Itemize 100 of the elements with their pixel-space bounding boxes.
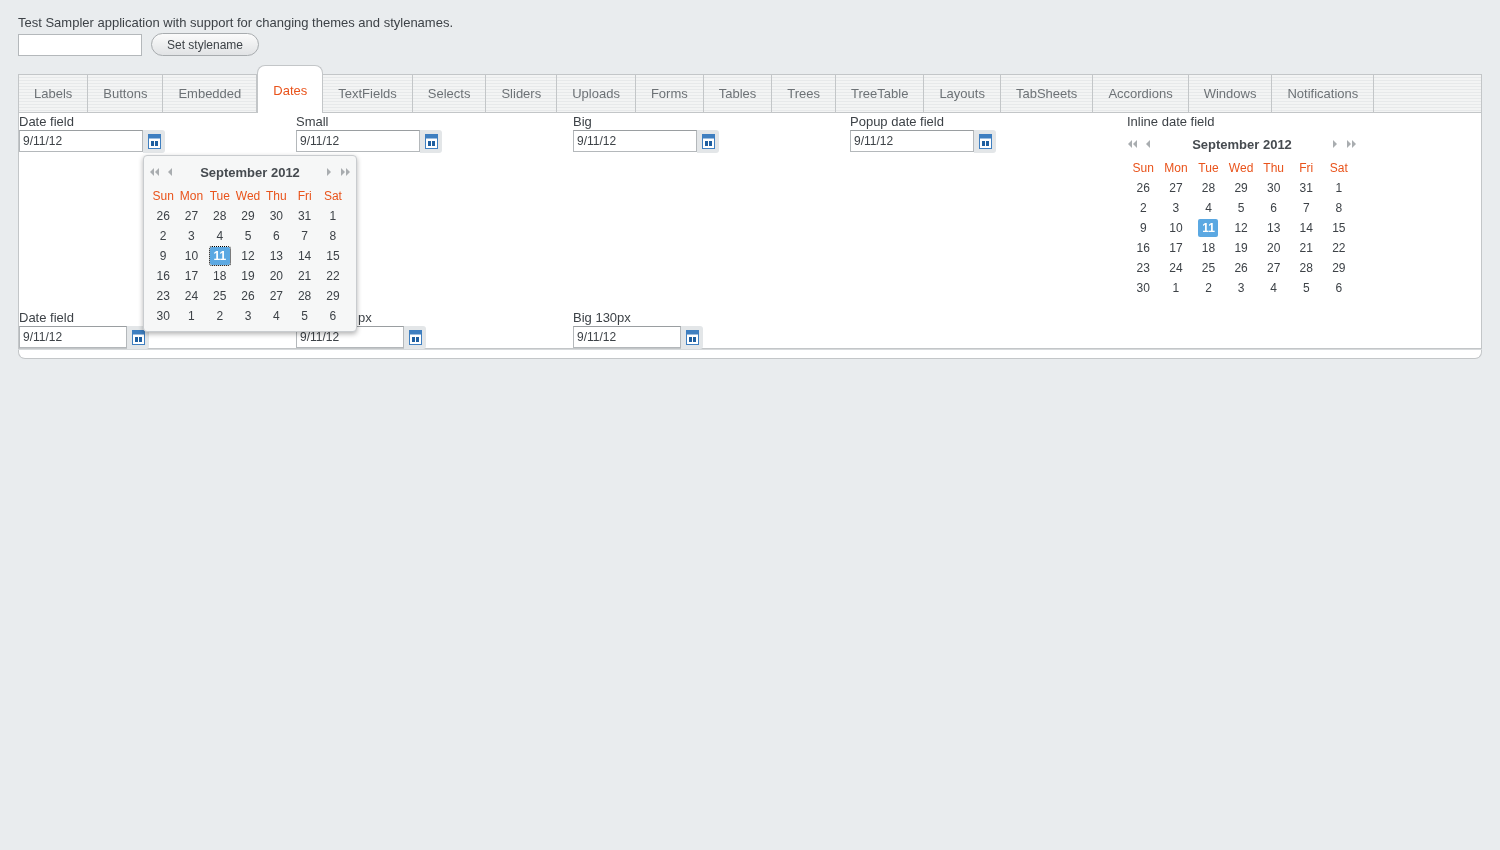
calendar-day[interactable]: 10	[1165, 219, 1186, 237]
calendar-day[interactable]: 19	[1231, 239, 1252, 257]
calendar-day[interactable]: 28	[209, 207, 230, 225]
calendar-day[interactable]: 26	[238, 287, 259, 305]
calendar-day[interactable]: 20	[1263, 239, 1284, 257]
calendar-day[interactable]: 4	[1198, 199, 1219, 217]
calendar-day[interactable]: 2	[153, 227, 174, 245]
calendar-button[interactable]	[974, 130, 996, 153]
tab[interactable]: TreeTable	[836, 74, 925, 113]
calendar-day[interactable]: 31	[294, 207, 315, 225]
tab[interactable]: Sliders	[486, 74, 558, 113]
calendar-day[interactable]: 23	[1133, 259, 1154, 277]
calendar-day[interactable]: 29	[1328, 259, 1349, 277]
calendar-day[interactable]: 26	[153, 207, 174, 225]
calendar-day[interactable]: 1	[1328, 179, 1349, 197]
calendar-day[interactable]: 29	[238, 207, 259, 225]
calendar-day[interactable]: 18	[209, 267, 230, 285]
calendar-day[interactable]: 12	[238, 247, 259, 265]
calendar-day[interactable]: 16	[153, 267, 174, 285]
next-year-icon[interactable]	[340, 167, 351, 177]
calendar-day[interactable]: 14	[294, 247, 315, 265]
date-input[interactable]: 9/11/12	[296, 130, 420, 152]
next-year-icon[interactable]	[1346, 139, 1357, 149]
tab[interactable]: Dates	[257, 65, 324, 113]
calendar-day[interactable]: 13	[266, 247, 287, 265]
calendar-day[interactable]: 7	[1296, 199, 1317, 217]
calendar-day[interactable]: 21	[1296, 239, 1317, 257]
calendar-day[interactable]: 27	[1263, 259, 1284, 277]
calendar-day[interactable]: 3	[1165, 199, 1186, 217]
tab[interactable]: Trees	[772, 74, 837, 113]
calendar-day[interactable]: 13	[1263, 219, 1284, 237]
calendar-day[interactable]: 2	[209, 307, 230, 325]
calendar-day[interactable]: 5	[1296, 279, 1317, 297]
tab[interactable]: Embedded	[163, 74, 258, 113]
calendar-day[interactable]: 26	[1231, 259, 1252, 277]
tab[interactable]: TabSheets	[1000, 74, 1094, 113]
tab[interactable]: Labels	[18, 74, 89, 113]
calendar-button[interactable]	[420, 130, 442, 153]
calendar-day[interactable]: 12	[1231, 219, 1252, 237]
calendar-day[interactable]: 5	[238, 227, 259, 245]
calendar-button[interactable]	[143, 130, 165, 153]
calendar-day[interactable]: 28	[1198, 179, 1219, 197]
previous-year-icon[interactable]	[149, 167, 160, 177]
calendar-day[interactable]: 27	[181, 207, 202, 225]
date-input[interactable]: 9/11/12	[19, 326, 127, 348]
calendar-day[interactable]: 21	[294, 267, 315, 285]
calendar-day[interactable]: 14	[1296, 219, 1317, 237]
tab[interactable]: Buttons	[88, 74, 164, 113]
calendar-day[interactable]: 9	[1133, 219, 1154, 237]
calendar-day[interactable]: 25	[1198, 259, 1219, 277]
tab[interactable]: Tables	[703, 74, 773, 113]
calendar-day[interactable]: 17	[1165, 239, 1186, 257]
calendar-day[interactable]: 6	[1263, 199, 1284, 217]
tab[interactable]: Selects	[412, 74, 487, 113]
calendar-day[interactable]: 10	[181, 247, 202, 265]
calendar-day[interactable]: 6	[266, 227, 287, 245]
date-input[interactable]: 9/11/12	[19, 130, 143, 152]
calendar-day[interactable]: 15	[1328, 219, 1349, 237]
calendar-day[interactable]: 18	[1198, 239, 1219, 257]
calendar-day[interactable]: 27	[1165, 179, 1186, 197]
calendar-day[interactable]: 8	[1328, 199, 1349, 217]
calendar-day[interactable]: 22	[322, 267, 343, 285]
calendar-day[interactable]: 4	[1263, 279, 1284, 297]
tab[interactable]: Uploads	[557, 74, 636, 113]
tab[interactable]: Windows	[1188, 74, 1273, 113]
calendar-day[interactable]: 23	[153, 287, 174, 305]
calendar-day[interactable]: 3	[181, 227, 202, 245]
calendar-day[interactable]: 4	[209, 227, 230, 245]
calendar-day[interactable]: 28	[1296, 259, 1317, 277]
calendar-button[interactable]	[681, 326, 703, 349]
calendar-day[interactable]: 28	[294, 287, 315, 305]
calendar-day[interactable]: 2	[1198, 279, 1219, 297]
calendar-day[interactable]: 20	[266, 267, 287, 285]
calendar-day[interactable]: 8	[322, 227, 343, 245]
tab[interactable]: Forms	[635, 74, 704, 113]
calendar-day[interactable]: 9	[153, 247, 174, 265]
calendar-day[interactable]: 6	[1328, 279, 1349, 297]
tab[interactable]: TextFields	[323, 74, 413, 113]
calendar-day[interactable]: 17	[181, 267, 202, 285]
calendar-day[interactable]: 7	[294, 227, 315, 245]
calendar-day[interactable]: 30	[1133, 279, 1154, 297]
calendar-day[interactable]: 30	[1263, 179, 1284, 197]
tab[interactable]: Accordions	[1093, 74, 1189, 113]
calendar-day[interactable]: 5	[294, 307, 315, 325]
tab[interactable]: Notifications	[1272, 74, 1375, 113]
previous-year-icon[interactable]	[1127, 139, 1138, 149]
calendar-day[interactable]: 1	[322, 207, 343, 225]
calendar-button[interactable]	[404, 326, 426, 349]
date-input[interactable]: 9/11/12	[573, 326, 681, 348]
calendar-button[interactable]	[127, 326, 149, 349]
calendar-day[interactable]: 15	[322, 247, 343, 265]
tab[interactable]: Layouts	[924, 74, 1001, 113]
calendar-day[interactable]: 26	[1133, 179, 1154, 197]
calendar-day[interactable]: 4	[266, 307, 287, 325]
set-stylename-button[interactable]: Set stylename	[151, 33, 260, 56]
calendar-day[interactable]: 29	[322, 287, 343, 305]
calendar-day[interactable]: 1	[1165, 279, 1186, 297]
calendar-day[interactable]: 25	[209, 287, 230, 305]
calendar-button[interactable]	[697, 130, 719, 153]
calendar-day[interactable]: 29	[1231, 179, 1252, 197]
